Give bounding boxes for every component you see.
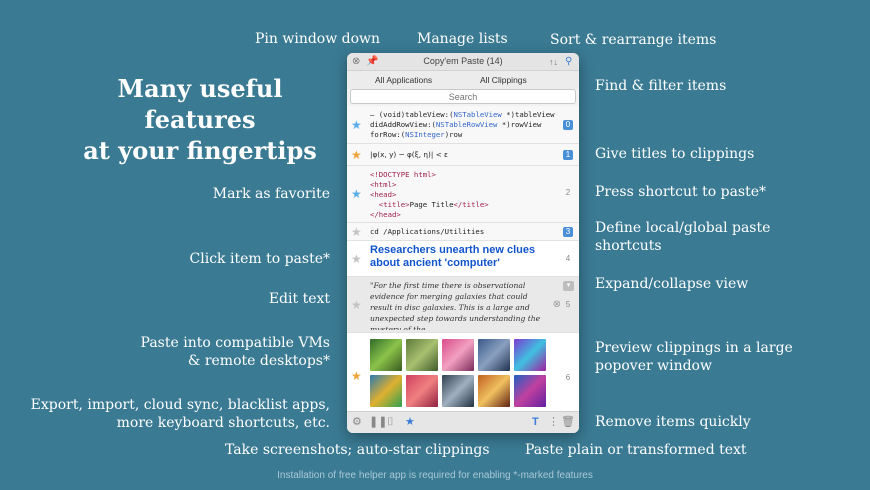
thumbnail: [478, 375, 510, 407]
camera-icon[interactable]: ⌷: [387, 416, 394, 429]
search-input[interactable]: [350, 89, 576, 104]
code-clipping: – (void)tableView:(NSTableView *)tableVi…: [370, 110, 555, 139]
headline: Many useful features at your fingertips: [60, 73, 340, 166]
star-icon[interactable]: ★: [351, 188, 362, 200]
expand-icon[interactable]: ▾: [563, 281, 574, 291]
title-bar: ⊗ 📌 Copy'em Paste (14) ↑↓ ⚲: [347, 53, 579, 71]
list-item[interactable]: ★ cd /Applications/Utilities 3: [347, 223, 579, 241]
callout-define-shortcuts-2: shortcuts: [595, 238, 662, 254]
clippings-filter[interactable]: All Clippings: [480, 75, 527, 85]
callout-export-1: Export, import, cloud sync, blacklist ap…: [30, 397, 330, 413]
thumbnail: [514, 339, 546, 371]
search-icon[interactable]: ⚲: [565, 56, 572, 68]
star-icon[interactable]: ★: [351, 226, 362, 238]
headline-line-2: at your fingertips: [83, 136, 317, 165]
html-clipping: <!DOCTYPE html> <html> <head> <title>Pag…: [370, 170, 489, 219]
callout-paste-plain: Paste plain or transformed text: [525, 442, 747, 458]
callout-paste-vms-1: Paste into compatible VMs: [140, 335, 330, 351]
app-window: ⊗ 📌 Copy'em Paste (14) ↑↓ ⚲ All Applicat…: [347, 53, 579, 433]
callout-remove-items: Remove items quickly: [595, 414, 751, 430]
list-item[interactable]: ★ Researchers unearth new clues about an…: [347, 241, 579, 277]
thumbnail: [406, 375, 438, 407]
shortcut-badge: 1: [563, 150, 573, 160]
star-icon[interactable]: ★: [351, 119, 362, 131]
headline-line-1: Many useful features: [117, 74, 283, 134]
footnote: Installation of free helper app is requi…: [277, 470, 593, 481]
callout-pin-window: Pin window down: [255, 31, 381, 47]
callout-manage-lists: Manage lists: [417, 31, 508, 47]
thumbnail: [442, 375, 474, 407]
list-item[interactable]: ★ <!DOCTYPE html> <html> <head> <title>P…: [347, 166, 579, 223]
callout-give-titles: Give titles to clippings: [595, 146, 755, 162]
applications-filter[interactable]: All Applications: [375, 75, 432, 85]
thumbnail: [478, 339, 510, 371]
thumbnail: [442, 339, 474, 371]
callout-preview-1: Preview clippings in a large: [595, 340, 793, 356]
sort-icon[interactable]: ↑↓: [549, 56, 558, 68]
callout-click-item: Click item to paste*: [189, 251, 330, 267]
clipping-text: |φ(x, y) − φ(ξ, η)| < ε: [370, 150, 448, 159]
star-icon[interactable]: ★: [351, 370, 362, 382]
star-filter-icon[interactable]: ★: [405, 416, 415, 429]
shortcut-badge: 0: [563, 120, 573, 130]
pause-icon[interactable]: ❚❚: [369, 416, 387, 429]
clipping-text: cd /Applications/Utilities: [370, 227, 485, 236]
star-icon[interactable]: ★: [351, 299, 362, 311]
callout-paste-vms-2: & remote desktops*: [187, 353, 330, 369]
callout-preview-2: popover window: [595, 358, 712, 374]
list-item[interactable]: ★ "For the first time there is observati…: [347, 277, 579, 333]
callout-find-filter: Find & filter items: [595, 78, 727, 94]
more-icon[interactable]: ⋮: [548, 416, 559, 429]
text-transform-icon[interactable]: T: [532, 416, 539, 429]
callout-sort-items: Sort & rearrange items: [550, 32, 717, 48]
image-clipping: [370, 339, 548, 407]
quote-clipping: "For the first time there is observation…: [370, 281, 541, 330]
callout-edit-text: Edit text: [268, 291, 330, 307]
callout-mark-favorite: Mark as favorite: [212, 186, 330, 202]
thumbnail: [370, 339, 402, 371]
filter-bar: All Applications All Clippings: [347, 71, 579, 89]
star-icon[interactable]: ★: [351, 149, 362, 161]
trash-icon[interactable]: 🗑: [561, 416, 575, 429]
list-item[interactable]: ★ 6: [347, 333, 579, 421]
thumbnail: [406, 339, 438, 371]
list-item[interactable]: ★ – (void)tableView:(NSTableView *)table…: [347, 106, 579, 144]
callout-screenshots: Take screenshots; auto-star clippings: [225, 442, 490, 458]
gear-icon[interactable]: ⚙: [352, 416, 362, 429]
remove-icon[interactable]: ⊗: [553, 299, 561, 310]
shortcut-number: 2: [565, 188, 571, 197]
rich-text-clipping: Researchers unearth new clues about anci…: [370, 244, 536, 269]
shortcut-badge: 3: [563, 227, 573, 237]
thumbnail: [370, 375, 402, 407]
shortcut-number: 5: [565, 300, 571, 309]
bottom-toolbar: ⚙ ❚❚ ⌷ ★ T ⋮ 🗑: [347, 411, 579, 433]
callout-export-2: more keyboard shortcuts, etc.: [116, 415, 330, 431]
shortcut-number: 6: [565, 373, 571, 382]
thumbnail: [514, 375, 546, 407]
shortcut-number: 4: [565, 254, 571, 263]
callout-expand-collapse: Expand/collapse view: [595, 276, 749, 292]
star-icon[interactable]: ★: [351, 253, 362, 265]
list-item[interactable]: ★ |φ(x, y) − φ(ξ, η)| < ε 1: [347, 144, 579, 166]
callout-press-shortcut: Press shortcut to paste*: [595, 184, 767, 200]
callout-define-shortcuts-1: Define local/global paste: [595, 220, 771, 236]
window-title: Copy'em Paste (14): [423, 56, 503, 66]
